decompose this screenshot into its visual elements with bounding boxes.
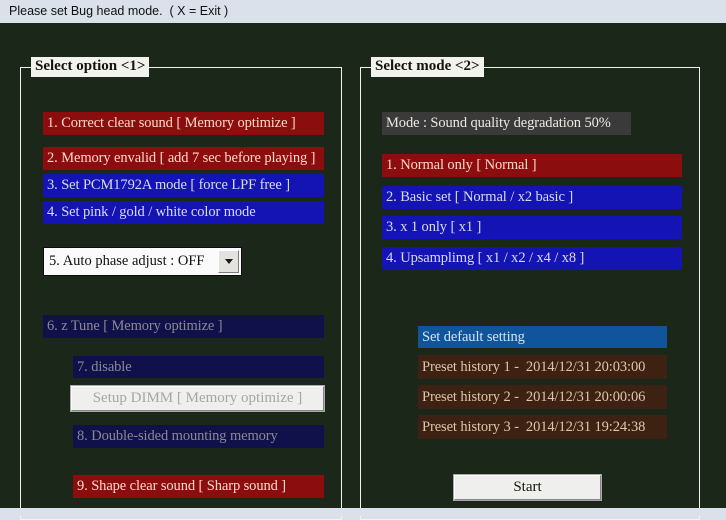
option-item-8[interactable]: 8. Double-sided mounting memory — [73, 425, 324, 448]
option-item-1-label: 1. Correct clear sound [ Memory optimize… — [47, 115, 296, 131]
select-option-legend: Select option <1> — [31, 57, 150, 77]
mode-item-2-label: 2. Basic set [ Normal / x2 basic ] — [386, 189, 574, 205]
status-message: Please set Bug head mode. ( X = Exit ) — [9, 4, 229, 18]
option-item-7-label: 7. disable — [77, 358, 132, 375]
chevron-down-icon[interactable] — [218, 250, 239, 273]
main-canvas: Select option <1> 1. Correct clear sound… — [0, 23, 726, 520]
mode-item-2[interactable]: 2. Basic set [ Normal / x2 basic ] — [382, 186, 682, 209]
window-bottom-strip — [0, 508, 726, 516]
mode-item-1[interactable]: 1. Normal only [ Normal ] — [382, 154, 682, 177]
start-button[interactable]: Start — [453, 474, 602, 501]
option-item-1[interactable]: 1. Correct clear sound [ Memory optimize… — [43, 112, 324, 135]
preset-history-1[interactable]: Preset history 1 - 2014/12/31 20:03:00 — [418, 355, 667, 379]
mode-item-1-label: 1. Normal only [ Normal ] — [386, 157, 537, 173]
option-item-6[interactable]: 6. z Tune [ Memory optimize ] — [43, 315, 324, 338]
set-default-setting-button[interactable]: Set default setting — [418, 326, 667, 348]
status-bar: Please set Bug head mode. ( X = Exit ) — [0, 0, 726, 23]
mode-item-3-label: 3. x 1 only [ x1 ] — [386, 219, 482, 235]
option-item-4-label: 4. Set pink / gold / white color mode — [47, 204, 256, 220]
app-window: Please set Bug head mode. ( X = Exit ) S… — [0, 0, 726, 520]
set-default-setting-label: Set default setting — [422, 328, 525, 345]
mode-item-3[interactable]: 3. x 1 only [ x1 ] — [382, 216, 682, 239]
option-item-8-label: 8. Double-sided mounting memory — [77, 428, 278, 444]
option-item-2[interactable]: 2. Memory envalid [ add 7 sec before pla… — [43, 147, 324, 170]
auto-phase-adjust-value: 5. Auto phase adjust : OFF — [49, 253, 205, 269]
select-mode-legend: Select mode <2> — [371, 57, 484, 77]
option-item-2-label: 2. Memory envalid [ add 7 sec before pla… — [47, 150, 316, 166]
setup-dimm-label: Setup DIMM [ Memory optimize ] — [92, 390, 303, 406]
auto-phase-adjust-dropdown[interactable]: 5. Auto phase adjust : OFF — [43, 247, 242, 276]
option-item-9[interactable]: 9. Shape clear sound [ Sharp sound ] — [73, 475, 324, 498]
preset-history-2-label: Preset history 2 - 2014/12/31 20:00:06 — [422, 388, 646, 405]
start-button-label: Start — [513, 479, 542, 495]
preset-history-3[interactable]: Preset history 3 - 2014/12/31 19:24:38 — [418, 415, 667, 439]
option-item-3-label: 3. Set PCM1792A mode [ force LPF free ] — [47, 177, 290, 193]
option-item-3[interactable]: 3. Set PCM1792A mode [ force LPF free ] — [43, 174, 324, 197]
preset-history-2[interactable]: Preset history 2 - 2014/12/31 20:00:06 — [418, 385, 667, 409]
option-item-4[interactable]: 4. Set pink / gold / white color mode — [43, 201, 324, 224]
mode-status-label: Mode : Sound quality degradation 50% — [382, 112, 631, 135]
option-item-7[interactable]: 7. disable — [73, 356, 324, 378]
mode-item-4[interactable]: 4. Upsamplimg [ x1 / x2 / x4 / x8 ] — [382, 247, 682, 270]
option-item-6-label: 6. z Tune [ Memory optimize ] — [47, 318, 223, 334]
mode-item-4-label: 4. Upsamplimg [ x1 / x2 / x4 / x8 ] — [386, 250, 585, 266]
mode-status-text: Mode : Sound quality degradation 50% — [386, 115, 611, 131]
preset-history-3-label: Preset history 3 - 2014/12/31 19:24:38 — [422, 418, 646, 435]
preset-history-1-label: Preset history 1 - 2014/12/31 20:03:00 — [422, 358, 646, 375]
option-item-9-label: 9. Shape clear sound [ Sharp sound ] — [77, 478, 287, 494]
setup-dimm-button[interactable]: Setup DIMM [ Memory optimize ] — [70, 385, 325, 412]
